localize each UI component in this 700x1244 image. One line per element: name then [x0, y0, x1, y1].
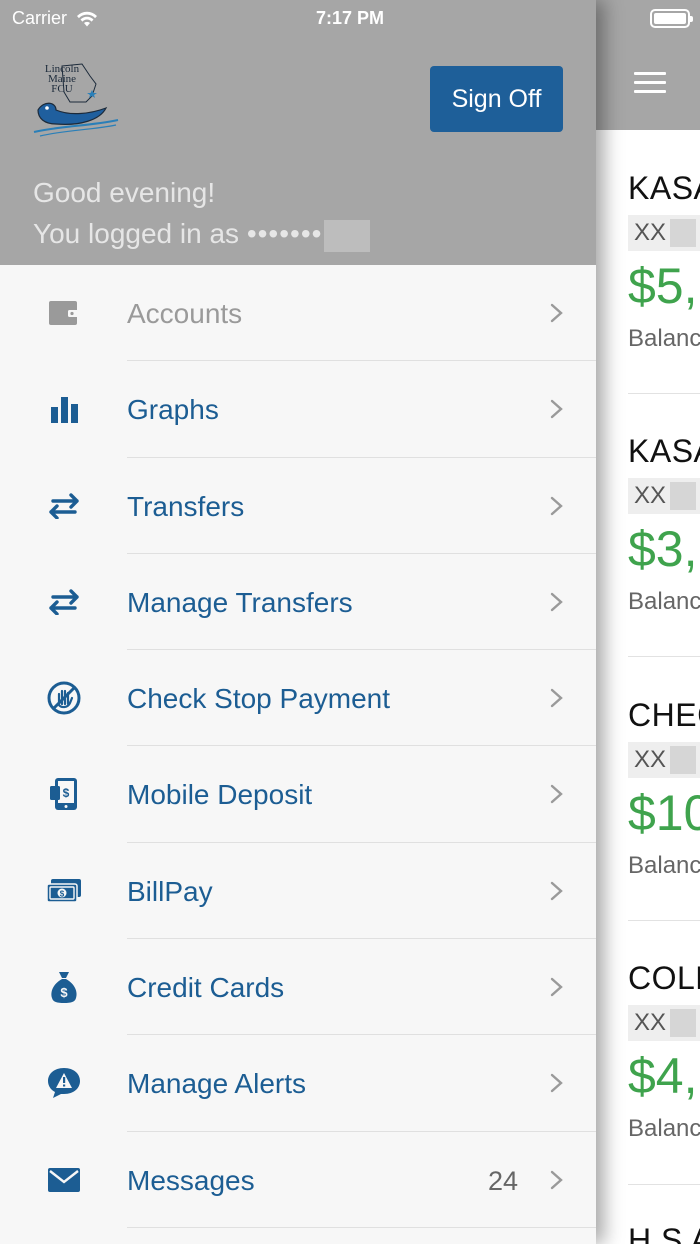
- status-bar: Carrier 7:17 PM: [0, 0, 700, 36]
- bar-chart-icon: [46, 391, 82, 427]
- chevron-right-icon: [550, 785, 563, 804]
- account-number: XX: [628, 1005, 700, 1041]
- account-balance-label: Balanc: [628, 588, 700, 615]
- menu-item-messages[interactable]: Messages 24: [0, 1132, 596, 1228]
- menu-item-credit-cards[interactable]: $ Credit Cards: [0, 939, 596, 1036]
- account-balance: $10: [628, 785, 700, 841]
- account-balance: $5,: [628, 258, 698, 314]
- wallet-icon: [46, 295, 82, 331]
- drawer-menu: Accounts Graphs Transfers Manage Transfe…: [0, 265, 596, 1228]
- svg-text:$: $: [63, 786, 70, 800]
- svg-text:$: $: [60, 889, 65, 898]
- divider: [628, 920, 700, 921]
- chevron-right-icon: [550, 688, 563, 708]
- side-drawer: Lincoln Maine FCU Sign Off Good evening!…: [0, 0, 596, 1244]
- unread-count-badge: 24: [487, 1165, 518, 1196]
- account-balance: $3,: [628, 521, 698, 577]
- menu-label: Manage Transfers: [127, 586, 353, 618]
- chevron-right-icon: [550, 496, 563, 515]
- divider: [628, 1184, 700, 1185]
- chevron-right-icon: [550, 303, 563, 323]
- menu-label: Accounts: [127, 298, 243, 329]
- battery-icon: [650, 9, 693, 28]
- svg-text:$: $: [60, 985, 68, 1000]
- money-bag-icon: $: [46, 969, 82, 1005]
- menu-label: Check Stop Payment: [127, 683, 391, 715]
- credit-union-logo: Lincoln Maine FCU: [30, 62, 122, 138]
- account-name: H S A: [628, 1222, 700, 1244]
- account-card[interactable]: KASA XX $5, Balanc: [628, 170, 700, 353]
- account-card[interactable]: COLL XX $4, Balanc: [628, 960, 700, 1143]
- menu-item-manage-transfers[interactable]: Manage Transfers: [0, 554, 596, 651]
- menu-item-graphs[interactable]: Graphs: [0, 361, 596, 458]
- menu-item-accounts[interactable]: Accounts: [0, 265, 596, 362]
- mobile-deposit-icon: $: [46, 776, 82, 812]
- chevron-right-icon: [550, 1074, 563, 1093]
- menu-item-manage-alerts[interactable]: Manage Alerts: [0, 1035, 596, 1132]
- account-card[interactable]: H S A: [628, 1222, 700, 1244]
- account-card[interactable]: CHEC XX $10 Balanc: [628, 697, 700, 880]
- logo-text: Lincoln Maine FCU: [44, 63, 80, 95]
- menu-item-mobile-deposit[interactable]: $ Mobile Deposit: [0, 746, 596, 843]
- menu-label: Transfers: [127, 490, 245, 522]
- envelope-icon: [46, 1162, 82, 1198]
- alert-bubble-icon: [46, 1065, 82, 1101]
- account-balance: $4,: [628, 1048, 698, 1104]
- chevron-right-icon: [550, 400, 563, 419]
- status-time: 7:17 PM: [315, 8, 385, 28]
- menu-label: Messages: [127, 1164, 255, 1196]
- account-number: XX: [628, 742, 700, 778]
- greeting-text: Good evening!: [33, 177, 216, 208]
- hamburger-menu-icon[interactable]: [634, 72, 666, 93]
- greeting-block: Good evening! You logged in as •••••••: [33, 172, 371, 254]
- chevron-right-icon: [550, 977, 563, 997]
- account-balance-label: Balanc: [628, 852, 700, 879]
- drawer-header: Lincoln Maine FCU Sign Off Good evening!…: [0, 0, 596, 265]
- account-name: COLL: [628, 960, 700, 996]
- menu-label: Manage Alerts: [127, 1068, 306, 1100]
- stop-hand-icon: [46, 680, 82, 716]
- account-number: XX: [628, 215, 700, 251]
- cash-icon: $: [46, 873, 82, 909]
- menu-label: Credit Cards: [127, 972, 285, 1004]
- transfer-arrows-icon: [46, 488, 82, 524]
- logged-in-text: You logged in as •••••••: [33, 213, 371, 254]
- account-name: KASA: [628, 170, 700, 206]
- masked-username: •••••••: [246, 218, 323, 249]
- menu-item-billpay[interactable]: $ BillPay: [0, 843, 596, 940]
- menu-label: BillPay: [127, 875, 213, 907]
- account-name: CHEC: [628, 697, 700, 733]
- account-balance-label: Balanc: [628, 325, 700, 352]
- accounts-screen: KASA XX $5, Balanc KASA XX $3, Balanc CH…: [596, 0, 700, 1244]
- chevron-right-icon: [550, 1170, 563, 1189]
- menu-item-transfers[interactable]: Transfers: [0, 458, 596, 554]
- sign-off-button[interactable]: Sign Off: [430, 66, 563, 132]
- divider: [628, 393, 700, 394]
- menu-item-check-stop-payment[interactable]: Check Stop Payment: [0, 650, 596, 747]
- divider: [628, 656, 700, 657]
- menu-label: Graphs: [127, 394, 219, 426]
- account-name: KASA: [628, 433, 700, 469]
- menu-label: Mobile Deposit: [127, 779, 313, 811]
- transfer-arrows-icon: [46, 584, 82, 620]
- account-balance-label: Balanc: [628, 1115, 700, 1142]
- account-card[interactable]: KASA XX $3, Balanc: [628, 433, 700, 616]
- chevron-right-icon: [550, 592, 563, 612]
- account-number: XX: [628, 478, 700, 514]
- chevron-right-icon: [550, 881, 563, 900]
